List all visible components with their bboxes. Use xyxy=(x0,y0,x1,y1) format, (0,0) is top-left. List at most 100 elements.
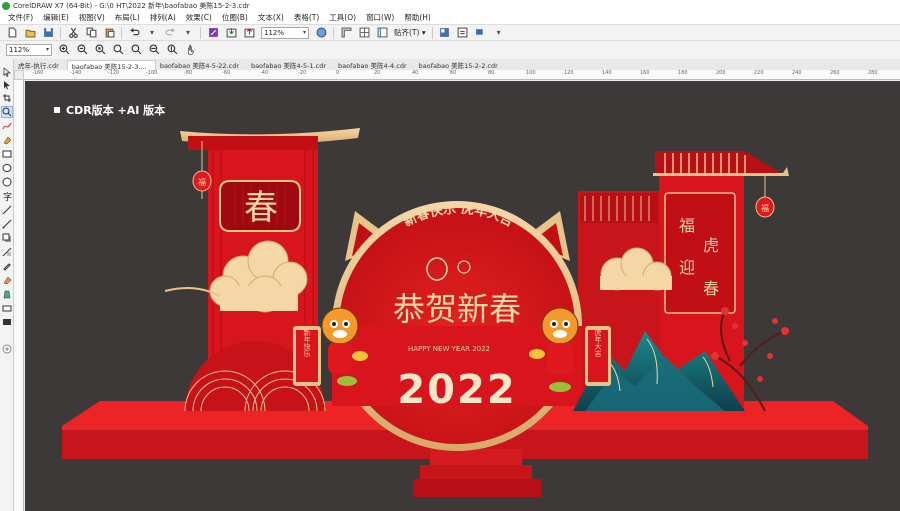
ruler-tick-label: 140 xyxy=(602,70,612,76)
new-document-icon[interactable] xyxy=(6,27,18,39)
pick-tool-icon[interactable] xyxy=(2,67,12,77)
application-launcher-icon[interactable] xyxy=(457,27,469,39)
svg-text:福: 福 xyxy=(761,204,769,213)
right-panel-char-3: 迎 xyxy=(679,258,695,277)
drawing-canvas[interactable]: CDR版本 +AI 版本 春 福 福 虎 迎 春 福 新春快乐 虎年大吉 恭贺新… xyxy=(25,81,900,511)
show-guidelines-icon[interactable] xyxy=(376,27,388,39)
add-tool-icon[interactable] xyxy=(2,344,12,354)
redo-icon[interactable] xyxy=(164,27,176,39)
pan-hand-icon[interactable] xyxy=(184,44,196,56)
horizontal-ruler[interactable]: -160 -140 -120 -100 -80 -60 -40 -20 0 20 40 60 80 100… xyxy=(14,70,900,80)
menu-arrange[interactable]: 排列(A) xyxy=(145,12,181,23)
tab-doc-1[interactable]: 虎年-执行.cdr xyxy=(14,60,67,70)
fill-tool-icon[interactable] xyxy=(2,317,12,327)
lantern-char: 福 xyxy=(198,178,206,187)
menu-effects[interactable]: 效果(C) xyxy=(181,12,217,23)
ruler-tick-label: -160 xyxy=(32,70,44,76)
right-scroll-text: 虎年大吉 xyxy=(594,328,602,358)
save-icon[interactable] xyxy=(42,27,54,39)
zoom-to-height-icon[interactable] xyxy=(166,44,178,56)
ruler-tick-label: 100 xyxy=(526,70,536,76)
options-icon[interactable] xyxy=(439,27,451,39)
zoom-to-width-icon[interactable] xyxy=(148,44,160,56)
crop-tool-icon[interactable] xyxy=(2,93,12,103)
zoom-to-page-icon[interactable] xyxy=(130,44,142,56)
standard-toolbar: ▾ ▾ 112% ▾ 贴齐(T) ▾ ▾ xyxy=(0,24,900,40)
tab-doc-2-active[interactable]: baofabao 美陈15-2-3.... xyxy=(66,60,156,71)
paste-icon[interactable] xyxy=(103,27,115,39)
chun-character: 春 xyxy=(244,188,278,228)
ruler-tick-label: 220 xyxy=(754,70,764,76)
ruler-tick-label: -100 xyxy=(146,70,158,76)
menu-help[interactable]: 帮助(H) xyxy=(399,12,436,23)
search-content-icon[interactable] xyxy=(207,27,219,39)
right-panel-char-4: 春 xyxy=(703,279,719,298)
show-grid-icon[interactable] xyxy=(358,27,370,39)
export-icon[interactable] xyxy=(243,27,255,39)
zoom-level-select[interactable]: 112% ▾ xyxy=(261,26,309,39)
right-panel-char-2: 虎 xyxy=(703,236,719,255)
window-title: CorelDRAW X7 (64-Bit) - G:\0 HT\2022 新年\… xyxy=(13,1,250,10)
menu-tools[interactable]: 工具(O) xyxy=(324,12,361,23)
menu-bar: 文件(F) 编辑(E) 视图(V) 布局(L) 排列(A) 效果(C) 位图(B… xyxy=(0,11,900,24)
zoom-selected-icon[interactable] xyxy=(94,44,106,56)
show-rulers-icon[interactable] xyxy=(340,27,352,39)
ruler-tick-label: 20 xyxy=(374,70,381,76)
ruler-tick-label: 200 xyxy=(716,70,726,76)
import-icon[interactable] xyxy=(225,27,237,39)
full-screen-preview-icon[interactable] xyxy=(315,27,327,39)
zoom-all-objects-icon[interactable] xyxy=(112,44,124,56)
zoom-in-icon[interactable] xyxy=(58,44,70,56)
zoom-levels-combo[interactable]: 112% ▾ xyxy=(6,43,52,56)
menu-edit[interactable]: 编辑(E) xyxy=(38,12,74,23)
menu-bitmaps[interactable]: 位图(B) xyxy=(217,12,253,23)
tab-doc-5[interactable]: baofabao 美陈4-4.cdr xyxy=(334,60,415,70)
tab-doc-3[interactable]: baofabao 美陈4-5-22.cdr xyxy=(156,60,247,70)
tab-doc-4[interactable]: baofabao 美陈4-5-1.cdr xyxy=(247,60,334,70)
sub-title: HAPPY NEW YEAR 2022 xyxy=(408,345,490,353)
menu-file[interactable]: 文件(F) xyxy=(3,12,38,23)
zoom-out-icon[interactable] xyxy=(76,44,88,56)
menu-text[interactable]: 文本(X) xyxy=(253,12,289,23)
launcher-dropdown-icon[interactable] xyxy=(475,27,487,39)
smart-fill-icon[interactable] xyxy=(2,289,12,299)
shape-tool-icon[interactable] xyxy=(2,80,12,90)
open-folder-icon[interactable] xyxy=(24,27,36,39)
outline-pen-icon[interactable] xyxy=(2,303,12,313)
polygon-tool-icon[interactable] xyxy=(2,177,12,187)
undo-icon[interactable] xyxy=(128,27,140,39)
menu-table[interactable]: 表格(T) xyxy=(289,12,324,23)
menu-window[interactable]: 窗口(W) xyxy=(361,12,399,23)
ellipse-tool-icon[interactable] xyxy=(2,163,12,173)
transparency-tool-icon[interactable] xyxy=(2,247,12,257)
ruler-tick-label: 120 xyxy=(564,70,574,76)
vertical-ruler[interactable] xyxy=(14,80,24,511)
zoom-tool-icon[interactable] xyxy=(1,106,13,118)
ruler-tick-label: -80 xyxy=(184,70,193,76)
ruler-tick-label: 280 xyxy=(868,70,878,76)
ruler-tick-label: 60 xyxy=(450,70,457,76)
dropdown-arrow-icon[interactable]: ▾ xyxy=(493,27,505,39)
new-year-stage-design[interactable]: 春 福 福 虎 迎 春 福 新春快乐 虎年大吉 恭贺新春 HAPPY NEW Y… xyxy=(25,81,900,511)
snap-to-button[interactable]: 贴齐(T) ▾ xyxy=(391,27,429,38)
ruler-tick-label: -20 xyxy=(298,70,307,76)
menu-layout[interactable]: 布局(L) xyxy=(110,12,145,23)
smart-fill-tool-icon[interactable] xyxy=(2,135,12,145)
tab-doc-6[interactable]: baofabao 美陈15-2-2.cdr xyxy=(415,60,506,70)
rectangle-tool-icon[interactable] xyxy=(2,149,12,159)
freehand-tool-icon[interactable] xyxy=(2,121,12,131)
menu-view[interactable]: 视图(V) xyxy=(74,12,110,23)
copy-icon[interactable] xyxy=(85,27,97,39)
undo-dropdown-icon[interactable]: ▾ xyxy=(146,27,158,39)
interactive-fill-tool-icon[interactable] xyxy=(2,275,12,285)
ruler-tick-label: 240 xyxy=(792,70,802,76)
drop-shadow-tool-icon[interactable] xyxy=(2,233,12,243)
ruler-origin-corner[interactable] xyxy=(14,70,24,80)
connector-tool-icon[interactable] xyxy=(2,219,12,229)
color-eyedropper-tool-icon[interactable] xyxy=(2,261,12,271)
redo-dropdown-icon[interactable]: ▾ xyxy=(182,27,194,39)
ruler-tick-label: 260 xyxy=(830,70,840,76)
text-tool-icon[interactable]: 字 xyxy=(2,191,12,203)
parallel-dimension-tool-icon[interactable] xyxy=(2,205,12,215)
cut-icon[interactable] xyxy=(67,27,79,39)
